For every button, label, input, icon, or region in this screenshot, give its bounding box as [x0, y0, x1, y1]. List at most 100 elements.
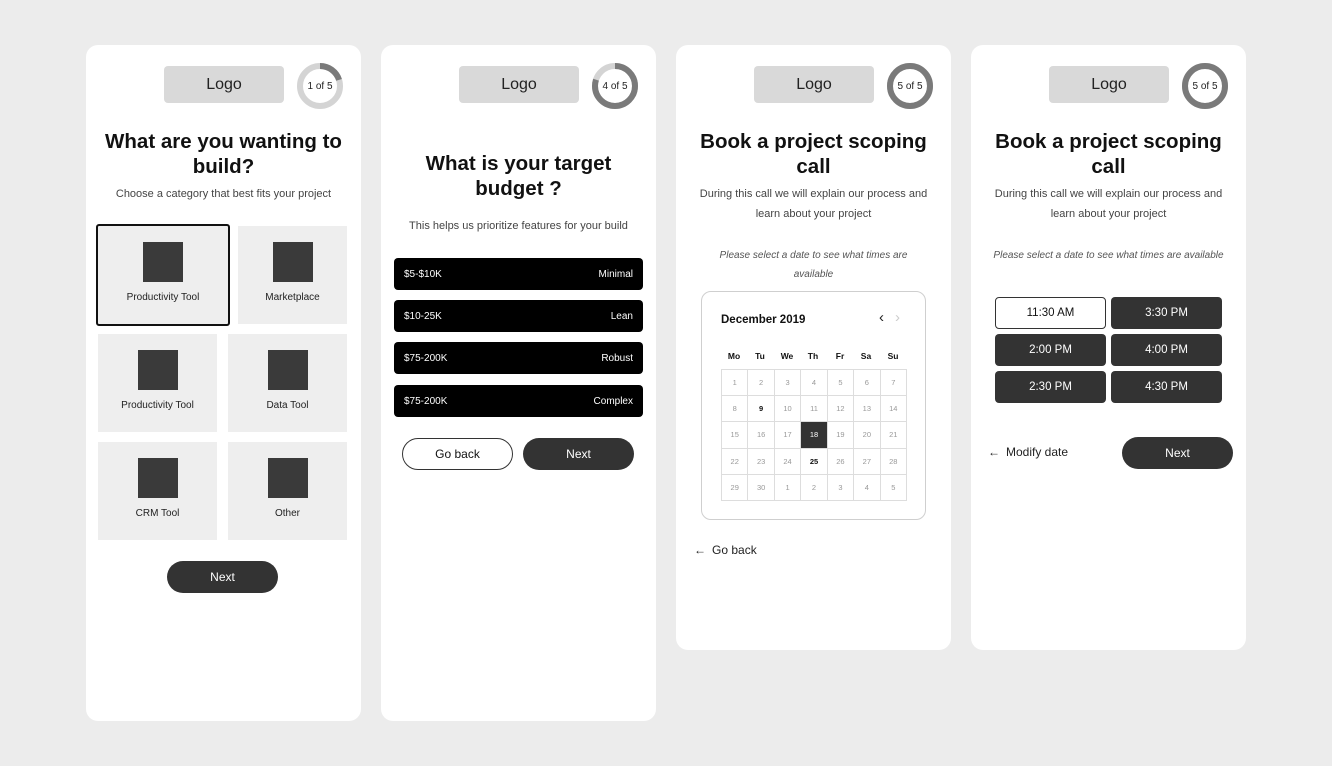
- budget-option[interactable]: $75-200K Complex: [394, 385, 643, 417]
- calendar-day[interactable]: 6: [854, 370, 881, 397]
- calendar-day[interactable]: 28: [880, 448, 907, 475]
- calendar-day[interactable]: 16: [748, 422, 775, 449]
- calendar-day[interactable]: 5: [827, 370, 855, 397]
- budget-option[interactable]: $10-25K Lean: [394, 300, 643, 332]
- calendar-day[interactable]: 1: [722, 370, 749, 397]
- category-label: Productivity Tool: [126, 292, 200, 303]
- chevron-right-icon[interactable]: ›: [895, 309, 900, 326]
- time-slot[interactable]: 2:00 PM: [995, 334, 1106, 366]
- go-back-label: Go back: [712, 543, 757, 557]
- category-label: CRM Tool: [135, 508, 180, 519]
- time-slot[interactable]: 11:30 AM: [995, 297, 1106, 329]
- weekday-label: We: [780, 351, 794, 361]
- calendar-day[interactable]: 8: [722, 396, 749, 423]
- weekday-label: Sa: [860, 351, 872, 361]
- page-subtitle: During this call we will explain our pro…: [699, 188, 928, 220]
- weekday-label: Tu: [755, 351, 765, 361]
- progress-label: 5 of 5: [1192, 80, 1218, 92]
- progress-ring: 4 of 5: [591, 62, 639, 110]
- next-button[interactable]: Next: [167, 561, 278, 593]
- calendar-day[interactable]: 27: [854, 448, 881, 475]
- time-slot[interactable]: 4:00 PM: [1111, 334, 1222, 366]
- budget-range: $5-$10K: [404, 268, 442, 280]
- calendar-day[interactable]: 11: [801, 396, 828, 423]
- category-image: [267, 350, 308, 390]
- calendar-day[interactable]: 2: [801, 474, 828, 501]
- progress-label: 1 of 5: [307, 80, 333, 92]
- budget-tier: Minimal: [598, 268, 633, 280]
- step-5-time-card: Logo 5 of 5 Book a project scoping call …: [971, 45, 1246, 650]
- budget-range: $75-200K: [404, 352, 448, 364]
- calendar-day[interactable]: 25: [801, 448, 828, 475]
- category-image: [272, 242, 313, 282]
- calendar-day[interactable]: 29: [722, 474, 749, 501]
- time-slot[interactable]: 4:30 PM: [1111, 371, 1222, 403]
- calendar-day[interactable]: 3: [774, 370, 802, 397]
- calendar-day[interactable]: 21: [880, 422, 907, 449]
- go-back-button[interactable]: Go back: [402, 438, 513, 470]
- category-label: Marketplace: [265, 292, 320, 303]
- step-1-card: Logo 1 of 5 What are you wanting to buil…: [86, 45, 361, 721]
- category-image: [137, 350, 178, 390]
- calendar-day[interactable]: 30: [748, 474, 775, 501]
- category-label: Productivity Tool: [121, 400, 194, 411]
- progress-ring: 1 of 5: [296, 62, 344, 110]
- calendar-day[interactable]: 4: [854, 474, 881, 501]
- category-tile[interactable]: Marketplace: [238, 226, 347, 324]
- page-title: Book a project scoping call: [995, 130, 1222, 178]
- calendar-day[interactable]: 10: [774, 396, 802, 423]
- modify-date-link[interactable]: ← Modify date: [988, 445, 1068, 459]
- page-subtitle: During this call we will explain our pro…: [994, 188, 1223, 220]
- calendar-day[interactable]: 26: [827, 448, 855, 475]
- calendar-day[interactable]: 1: [774, 474, 802, 501]
- category-tile[interactable]: Productivity Tool: [98, 334, 217, 432]
- budget-option[interactable]: $75-200K Robust: [394, 342, 643, 374]
- category-image: [267, 458, 308, 498]
- budget-range: $75-200K: [404, 395, 448, 407]
- calendar-day[interactable]: 23: [748, 448, 775, 475]
- calendar-day[interactable]: 24: [774, 448, 802, 475]
- category-tile[interactable]: CRM Tool: [98, 442, 217, 540]
- calendar-day[interactable]: 17: [774, 422, 802, 449]
- weekday-label: Mo: [727, 351, 741, 361]
- calendar-day[interactable]: 22: [722, 448, 749, 475]
- category-tile[interactable]: Data Tool: [228, 334, 347, 432]
- calendar-day[interactable]: 4: [801, 370, 828, 397]
- category-tile[interactable]: Other: [228, 442, 347, 540]
- date-hint: Please select a date to see what times a…: [719, 250, 908, 280]
- budget-tier: Complex: [593, 395, 633, 407]
- calendar-day[interactable]: 15: [722, 422, 749, 449]
- calendar-day[interactable]: 14: [880, 396, 907, 423]
- chevron-left-icon[interactable]: ‹: [879, 309, 884, 326]
- time-slot[interactable]: 3:30 PM: [1111, 297, 1222, 329]
- calendar-day[interactable]: 5: [880, 474, 907, 501]
- calendar-day[interactable]: 12: [827, 396, 855, 423]
- calendar-day[interactable]: 19: [827, 422, 855, 449]
- budget-option[interactable]: $5-$10K Minimal: [394, 258, 643, 290]
- calendar-day[interactable]: 3: [827, 474, 855, 501]
- time-slot[interactable]: 2:30 PM: [995, 371, 1106, 403]
- calendar-grid: 1 2 3 4 5 6 7 8 9 10 11 12 13 14 15 16 17 18 19 20 21 22 23 24 2…: [721, 369, 907, 501]
- category-label: Data Tool: [266, 400, 309, 411]
- progress-ring: 5 of 5: [886, 62, 934, 110]
- logo: Logo: [164, 66, 284, 103]
- calendar-day[interactable]: 18: [801, 422, 828, 449]
- calendar-day[interactable]: 9: [748, 396, 775, 423]
- budget-tier: Robust: [601, 352, 633, 364]
- calendar-day[interactable]: 7: [880, 370, 907, 397]
- progress-label: 4 of 5: [602, 80, 628, 92]
- calendar-day[interactable]: 2: [748, 370, 775, 397]
- date-hint: Please select a date to see what times a…: [993, 250, 1224, 261]
- next-button[interactable]: Next: [523, 438, 634, 470]
- modify-date-label: Modify date: [1006, 445, 1069, 459]
- category-tile[interactable]: Productivity Tool: [96, 224, 230, 326]
- arrow-left-icon: ←: [694, 543, 706, 557]
- calendar-month: December 2019: [721, 314, 806, 326]
- step-5-date-card: Logo 5 of 5 Book a project scoping call …: [676, 45, 951, 650]
- calendar-day[interactable]: 20: [854, 422, 881, 449]
- calendar-day[interactable]: 13: [854, 396, 881, 423]
- next-button[interactable]: Next: [1122, 437, 1233, 469]
- calendar: December 2019 ‹ › Mo Tu We Th Fr Sa Su 1…: [701, 291, 926, 520]
- category-image: [143, 242, 183, 282]
- go-back-link[interactable]: ← Go back: [694, 543, 757, 557]
